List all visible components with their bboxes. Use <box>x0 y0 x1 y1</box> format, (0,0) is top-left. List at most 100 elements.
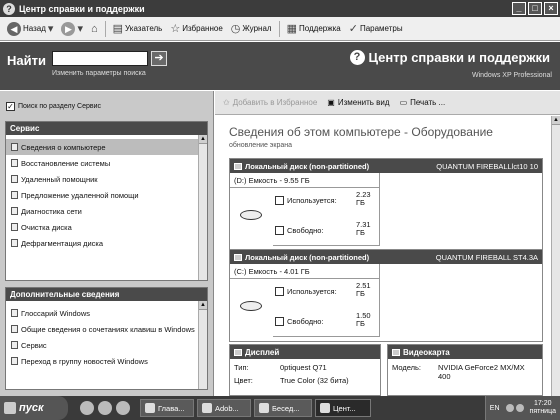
disk-usage: Используется: 2.51 ГБ Свободно: 1.50 ГБ <box>230 279 542 341</box>
favorites-button[interactable]: ☆ Избранное <box>167 19 225 39</box>
service-item-system-restore[interactable]: Восстановление системы <box>6 155 207 171</box>
taskbar: пуск Глава... Adob... Бесед... Цент... E… <box>0 396 560 420</box>
display-title: Дисплей <box>245 347 280 357</box>
display-type-label: Тип: <box>234 363 249 372</box>
service-panel: Сервис Сведения о компьютере Восстановле… <box>5 121 208 281</box>
video-title: Видеокарта <box>403 347 450 357</box>
scroll-up-arrow-icon[interactable]: ▲ <box>552 116 560 125</box>
printer-icon: ▭ <box>399 98 408 107</box>
service-item-defrag[interactable]: Дефрагментация диска <box>6 235 207 251</box>
back-label: Назад <box>23 24 46 33</box>
toolbar-separator <box>104 20 106 37</box>
taskbar-button[interactable]: Бесед... <box>254 399 312 417</box>
brand-subtitle: Windows XP Professional <box>471 72 552 79</box>
taskbar-button[interactable]: Adob... <box>197 399 251 417</box>
page-icon <box>11 325 18 333</box>
options-button[interactable]: ✓ Параметры <box>346 19 406 39</box>
free-value: 7.31 ГБ <box>356 221 371 237</box>
desktop-icon[interactable] <box>116 401 130 415</box>
chevron-down-icon: ▾ <box>77 23 83 35</box>
video-model-row: Модель: NVIDIA GeForce2 MX/MX 400 <box>388 359 542 381</box>
extra-item-glossary[interactable]: Глоссарий Windows <box>6 305 207 321</box>
service-item-network-diagnostics[interactable]: Диагностика сети <box>6 203 207 219</box>
home-button[interactable]: ⌂ <box>88 19 101 39</box>
checkbox-icon <box>275 317 284 326</box>
taskbar-button[interactable]: Глава... <box>140 399 194 417</box>
star-icon: ☆ <box>170 23 181 35</box>
display-card: Дисплей Тип: 0ptiquest Q71 Цвет: True Colo… <box>229 344 381 396</box>
index-button[interactable]: ▤ Указатель <box>110 19 166 39</box>
extra-info-header: Дополнительные сведения <box>6 288 207 301</box>
search-label: Найти <box>7 53 46 68</box>
page-icon <box>11 191 18 199</box>
search-options-link[interactable]: Изменить параметры поиска <box>52 70 146 77</box>
extra-item-newsgroup[interactable]: Переход в группу новостей Windows <box>6 353 207 369</box>
service-item-disk-cleanup[interactable]: Очистка диска <box>6 219 207 235</box>
list-item-label: Сведения о компьютере <box>21 142 106 152</box>
extra-info-scrollbar[interactable]: ▲ <box>198 301 207 389</box>
support-button[interactable]: ▦ Поддержка <box>284 19 344 39</box>
refresh-link[interactable]: обновление экрана <box>229 142 292 149</box>
forward-button[interactable]: ▶ ▾ <box>58 19 86 39</box>
add-to-favorites-button[interactable]: ✩ Добавить в Избранное <box>223 98 317 107</box>
monitor-icon <box>234 348 242 356</box>
speaker-icon[interactable] <box>505 404 514 412</box>
used-row: Используется: <box>275 287 337 296</box>
arrow-right-icon: ➔ <box>154 52 164 64</box>
search-input[interactable] <box>52 51 148 66</box>
page-icon <box>11 159 18 167</box>
content-pane: ✩ Добавить в Избранное ▣ Изменить вид ▭ … <box>215 91 560 396</box>
task-label: Бесед... <box>272 403 300 413</box>
video-model-value: NVIDIA GeForce2 MX/MX 400 <box>438 363 525 381</box>
display-type-row: Тип: 0ptiquest Q71 <box>230 359 380 372</box>
history-button[interactable]: ◷ Журнал <box>228 19 275 39</box>
back-button[interactable]: ◀ Назад ▾ <box>4 19 56 39</box>
scroll-up-arrow-icon[interactable]: ▲ <box>199 301 207 310</box>
search-in-section-checkbox[interactable]: ✓ Поиск по разделу Сервис <box>6 102 101 111</box>
disk-title: Локальный диск (non-partitioned) <box>245 252 370 262</box>
start-button[interactable]: пуск <box>0 396 68 420</box>
search-header: Найти ➔ Изменить параметры поиска ? Цент… <box>0 42 560 90</box>
network-icon[interactable] <box>515 404 524 412</box>
display-type-value: 0ptiquest Q71 <box>280 363 327 372</box>
search-go-button[interactable]: ➔ <box>151 51 167 66</box>
quick-launch <box>80 401 130 415</box>
language-indicator[interactable]: EN <box>490 405 500 412</box>
change-view-button[interactable]: ▣ Изменить вид <box>327 98 389 107</box>
clock-time: 17:20 <box>534 400 552 407</box>
media-player-icon[interactable] <box>98 401 112 415</box>
service-item-remote-assistant[interactable]: Удаленный помощник <box>6 171 207 187</box>
service-scrollbar[interactable]: ▲ <box>198 135 207 280</box>
clock[interactable]: 17:20 пятница <box>530 400 556 416</box>
maximize-button[interactable]: □ <box>528 2 542 15</box>
hard-disk-icon <box>234 162 242 170</box>
list-item-label: Удаленный помощник <box>21 174 98 184</box>
back-arrow-icon: ◀ <box>7 21 21 36</box>
chevron-down-icon: ▾ <box>47 23 54 35</box>
options-icon: ✓ <box>348 23 358 35</box>
scroll-up-arrow-icon[interactable]: ▲ <box>199 135 207 144</box>
checkbox-checked-icon[interactable]: ✓ <box>6 102 15 111</box>
list-item-label: Дефрагментация диска <box>21 238 104 248</box>
extra-item-service[interactable]: Сервис <box>6 337 207 353</box>
print-button[interactable]: ▭ Печать ... <box>400 98 446 107</box>
service-item-offer-remote-help[interactable]: Предложение удаленной помощи <box>6 187 207 203</box>
taskbar-button-active[interactable]: Цент... <box>315 399 371 417</box>
minimize-button[interactable]: _ <box>512 2 526 15</box>
extra-item-shortcuts[interactable]: Общие сведения о сочетаниях клавиш в Win… <box>6 321 207 337</box>
used-label: Используется: <box>287 196 337 205</box>
star-plus-icon: ✩ <box>223 98 230 107</box>
list-item-label: Восстановление системы <box>21 158 111 168</box>
history-clock-icon: ◷ <box>230 23 241 35</box>
favorites-label: Избранное <box>182 24 223 33</box>
close-button[interactable]: × <box>544 2 558 15</box>
disk-card-header: Локальный диск (non-partitioned) QUANTUM… <box>230 159 542 173</box>
content-scrollbar[interactable]: ▲ <box>551 116 560 396</box>
browser-icon[interactable] <box>80 401 94 415</box>
display-color-row: Цвет: True Color (32 бита) <box>230 372 380 385</box>
list-item-label: Очистка диска <box>21 222 72 232</box>
checkbox-icon <box>275 196 284 205</box>
extra-info-list: Глоссарий Windows Общие сведения о сочет… <box>6 301 207 369</box>
task-label: Adob... <box>215 403 239 413</box>
service-item-computer-info[interactable]: Сведения о компьютере <box>6 139 207 155</box>
